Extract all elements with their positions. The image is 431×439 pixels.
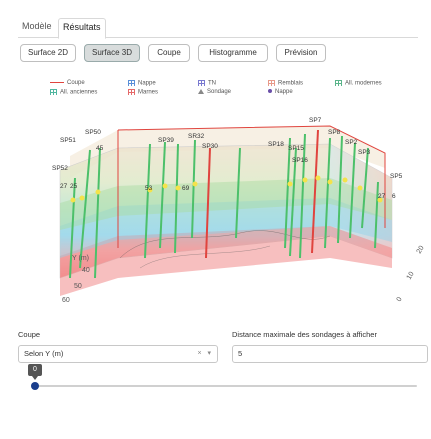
y-axis-title: Y (m) (72, 255, 89, 262)
dot-icon (268, 89, 272, 94)
well-label-sp50: SP50 (85, 129, 101, 136)
prevision-button[interactable]: Prévision (276, 44, 326, 62)
surface-2d-button[interactable]: Surface 2D (20, 44, 76, 62)
value-label: 69 (182, 185, 190, 192)
y-tick-40: 40 (82, 267, 90, 274)
well-label-sp8: SP8 (328, 129, 341, 136)
well-label-sp2: SP2 (345, 139, 358, 146)
legend-item-all-anciennes[interactable]: All. anciennes (50, 89, 97, 96)
legend-item-marnes[interactable]: Marnes (128, 89, 158, 96)
legend-item-remblais[interactable]: Remblais (268, 80, 303, 87)
legend-item-all-modernes[interactable]: All. modernes (335, 80, 382, 87)
layer-swatch-icon (128, 80, 135, 86)
layer-swatch-icon (128, 89, 135, 95)
slider-value-tooltip: 0 (28, 364, 42, 380)
x-tick-0: 0 (396, 296, 404, 303)
well-label-sp30: SP30 (202, 143, 218, 150)
value-label: 6 (392, 193, 396, 200)
well-label-sp18: SP18 (268, 141, 284, 148)
distance-input[interactable]: 5 (232, 345, 428, 363)
distance-field-label: Distance maximale des sondages à affiche… (232, 330, 377, 339)
layer-swatch-icon (198, 80, 205, 86)
surface-3d-button[interactable]: Surface 3D (84, 44, 140, 62)
coupe-select[interactable]: Selon Y (m) × ▾ (18, 345, 218, 363)
well-label-sp7: SP7 (309, 117, 322, 124)
slider-track[interactable] (35, 385, 417, 387)
layer-swatch-icon (50, 89, 57, 95)
tab-bar: Modèle Résultats (18, 14, 418, 39)
well-label-sp52: SP52 (52, 165, 68, 172)
line-icon (50, 81, 64, 83)
y-tick-50: 50 (74, 283, 82, 290)
well-label-sp3: SP3 (358, 149, 371, 156)
well-label-sp16: SP16 (292, 157, 308, 164)
clear-icon[interactable]: × (197, 350, 201, 357)
legend-item-sondage[interactable]: Sondage (198, 89, 231, 95)
x-tick-10: 10 (406, 271, 416, 281)
slider-handle[interactable] (31, 382, 39, 390)
legend-item-nappe-layer[interactable]: Nappe (128, 80, 156, 87)
surface-3d-canvas[interactable]: SP51 SP50 SP52 SP39 SR32 SP30 SP7 SP8 SP… (0, 108, 431, 320)
triangle-icon (198, 89, 204, 94)
value-label: 25 (70, 183, 78, 190)
y-tick-60: 60 (62, 297, 70, 304)
legend-item-tn[interactable]: TN (198, 80, 216, 87)
select-controls: × ▾ (197, 346, 211, 362)
well-label-sr32: SR32 (188, 133, 205, 140)
well-label-sp39: SP39 (158, 137, 174, 144)
surface-3d-plot[interactable]: SP51 SP50 SP52 SP39 SR32 SP30 SP7 SP8 SP… (0, 108, 431, 320)
legend-item-coupe[interactable]: Coupe (50, 80, 85, 86)
x-tick-20: 20 (416, 245, 426, 255)
coupe-select-value: Selon Y (m) (24, 349, 64, 358)
coupe-field-label: Coupe (18, 330, 41, 339)
tab-resultats[interactable]: Résultats (58, 18, 106, 39)
chevron-down-icon[interactable]: ▾ (207, 350, 211, 357)
value-label: 27 (378, 193, 386, 200)
value-label: 45 (96, 145, 104, 152)
value-label: 53 (145, 185, 153, 192)
well-label-sp15: SP15 (288, 145, 304, 152)
layer-swatch-icon (335, 80, 342, 86)
well-label-sp5: SP5 (390, 173, 403, 180)
plot-legend: Coupe All. anciennes Nappe Marnes TN Son… (50, 80, 410, 104)
histogramme-button[interactable]: Histogramme (198, 44, 268, 62)
coupe-button[interactable]: Coupe (148, 44, 190, 62)
layer-swatch-icon (268, 80, 275, 86)
well-label-sp51: SP51 (60, 137, 76, 144)
legend-item-nappe-point[interactable]: Nappe (268, 89, 293, 95)
value-label: 27 (60, 183, 68, 190)
tab-modele[interactable]: Modèle (18, 18, 56, 42)
